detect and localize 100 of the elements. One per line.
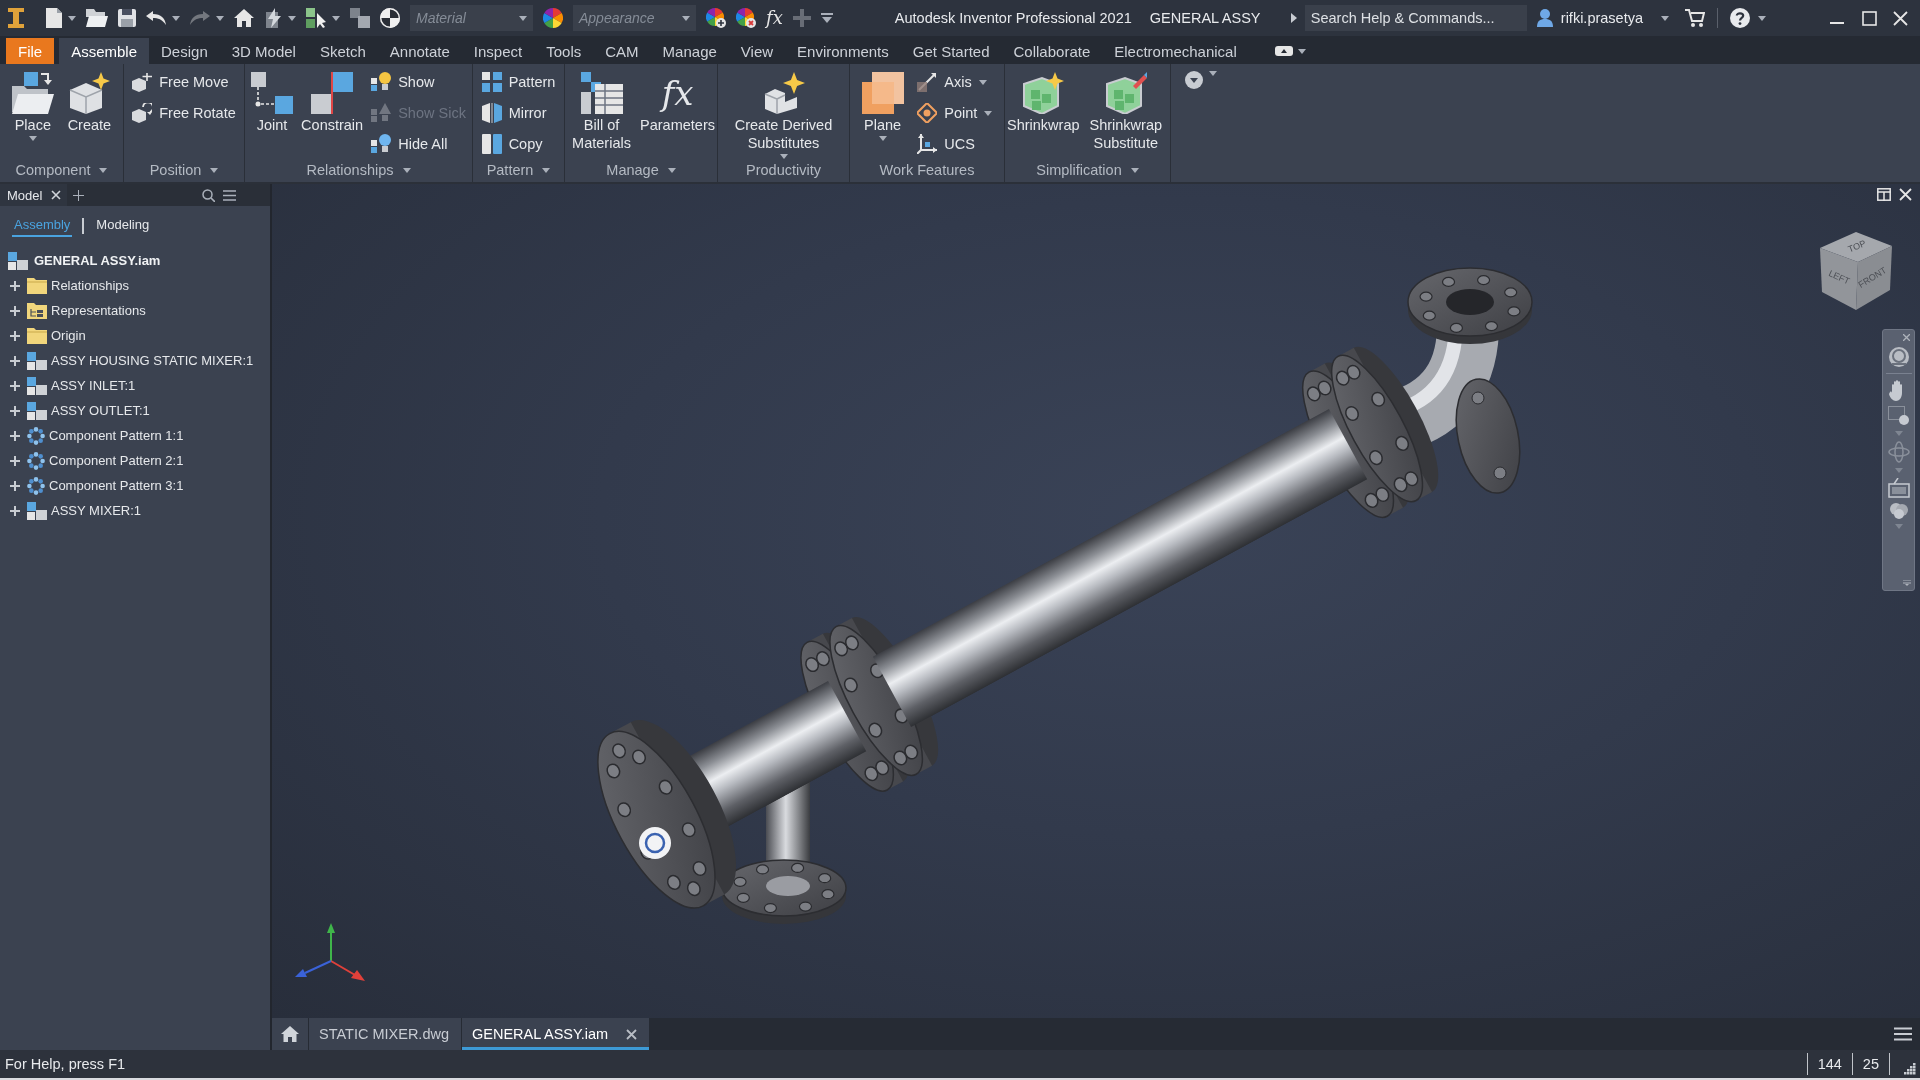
panel-title[interactable]: Simplification (1005, 158, 1170, 182)
ribbon-tab[interactable]: Environments (785, 38, 901, 64)
expand-icon[interactable] (10, 405, 20, 416)
save-icon[interactable] (118, 9, 136, 27)
menu-icon[interactable] (1894, 1027, 1912, 1041)
ribbon-button[interactable]: Joint (249, 68, 296, 134)
close-icon[interactable] (51, 190, 62, 200)
panel-title[interactable]: Position (124, 158, 244, 182)
ribbon-button[interactable]: Create Derived Substitutes (727, 68, 840, 159)
caret-icon[interactable] (216, 15, 224, 21)
ribbon-button[interactable]: Hide All (369, 130, 468, 158)
tree-item[interactable]: GENERAL ASSY.iam (34, 253, 161, 268)
color-wheel-icon[interactable] (543, 8, 563, 28)
tree-item[interactable]: Component Pattern 2:1 (49, 453, 184, 468)
blob-icon[interactable] (1889, 503, 1908, 519)
ribbon-tab[interactable]: Tools (534, 38, 594, 64)
ribbon-button[interactable]: Free Rotate (130, 99, 238, 127)
caret-icon[interactable] (68, 15, 76, 21)
customize-icon[interactable] (820, 13, 833, 23)
function-button[interactable]: fx (766, 8, 783, 28)
ribbon-tab[interactable]: Manage (650, 38, 729, 64)
caret-icon[interactable] (1758, 15, 1766, 21)
window-layout-icon[interactable] (1877, 188, 1891, 201)
open-folder-icon[interactable] (86, 9, 108, 27)
ribbon-button[interactable]: Bill of Materials (565, 68, 639, 152)
menu-icon[interactable] (223, 189, 237, 201)
tree-item[interactable]: Relationships (51, 278, 130, 293)
home-button[interactable] (272, 1018, 308, 1050)
home-icon[interactable] (234, 9, 254, 27)
tree-item[interactable]: Representations (51, 303, 146, 318)
ribbon-button[interactable]: UCS (915, 130, 995, 158)
ribbon-tab[interactable]: Assemble (59, 38, 150, 64)
cart-icon[interactable] (1685, 9, 1705, 27)
expand-icon[interactable] (10, 380, 20, 391)
tree-item[interactable]: ASSY MIXER:1 (51, 503, 142, 518)
ribbon-tab[interactable]: View (728, 38, 786, 64)
caret-icon[interactable] (1661, 15, 1669, 21)
caret-icon[interactable] (172, 15, 180, 21)
expand-icon[interactable] (10, 330, 20, 341)
color-wheel-plus-icon[interactable] (706, 8, 726, 28)
caret-icon[interactable] (1209, 71, 1217, 76)
tree-item[interactable]: Component Pattern 1:1 (49, 428, 184, 443)
caret-icon[interactable] (288, 15, 296, 21)
select-cursor-icon[interactable] (306, 8, 326, 28)
document-tab[interactable]: GENERAL ASSY.iam (462, 1018, 650, 1050)
expand-icon[interactable] (10, 455, 20, 466)
expand-icon[interactable] (10, 355, 20, 366)
ribbon-button[interactable]: Free Move (130, 68, 238, 96)
caret-right-icon[interactable] (1290, 13, 1297, 23)
ribbon-button[interactable]: Constrain (299, 68, 366, 134)
customize-icon[interactable] (1903, 580, 1911, 586)
plus-icon[interactable] (73, 189, 85, 201)
ribbon-tab[interactable]: Annotate (377, 38, 462, 64)
stacked-squares-icon[interactable] (350, 8, 370, 28)
ribbon-tab[interactable]: 3D Model (219, 38, 308, 64)
expand-icon[interactable] (10, 430, 20, 441)
tree-item[interactable]: ASSY HOUSING STATIC MIXER:1 (51, 353, 254, 368)
tree-item[interactable]: Component Pattern 3:1 (49, 478, 184, 493)
ribbon-button[interactable]: Axis (915, 68, 995, 96)
caret-icon[interactable] (332, 15, 340, 21)
panel-toggle-icon[interactable] (1274, 46, 1293, 56)
tree-item[interactable]: ASSY OUTLET:1 (51, 403, 150, 418)
ribbon-button[interactable]: Plane (859, 68, 906, 141)
expand-icon[interactable] (10, 480, 20, 491)
panel-title[interactable]: Manage (565, 158, 717, 182)
panel-title[interactable]: Relationships (245, 158, 472, 182)
search-field[interactable]: Search Help & Commands... (1304, 5, 1527, 31)
expand-icon[interactable] (10, 505, 20, 516)
caret-icon[interactable] (682, 15, 690, 21)
maximize-icon[interactable] (1862, 10, 1877, 26)
panel-title[interactable]: Pattern (473, 158, 564, 182)
search-icon[interactable] (202, 188, 216, 202)
tree-item[interactable]: ASSY INLET:1 (51, 378, 136, 393)
color-wheel-cross-icon[interactable] (736, 8, 756, 28)
caret-icon[interactable] (519, 15, 527, 21)
lightning-icon[interactable] (264, 8, 282, 28)
ribbon-button[interactable]: Point (915, 99, 995, 127)
screen-icon[interactable] (1887, 478, 1910, 498)
close-icon[interactable] (626, 1028, 638, 1040)
ribbon-tab[interactable]: Get Started (900, 38, 1002, 64)
ribbon-tab[interactable]: Inspect (461, 38, 535, 64)
steering-wheel-icon[interactable] (1887, 346, 1910, 368)
checker-ball-icon[interactable] (380, 8, 400, 28)
ribbon-button[interactable]: fx Parameters (638, 68, 717, 134)
circle-caret-icon[interactable] (1185, 71, 1203, 89)
ribbon-button[interactable]: Place (9, 68, 56, 141)
undo-icon[interactable] (146, 11, 166, 25)
ribbon-button[interactable]: Shrinkwrap (1005, 68, 1082, 134)
caret-icon[interactable] (1297, 48, 1306, 54)
panel-title[interactable]: Component (0, 158, 123, 182)
expand-icon[interactable] (10, 305, 20, 316)
help-icon[interactable] (1730, 8, 1750, 28)
ribbon-tab[interactable]: CAM (593, 38, 651, 64)
tree-item[interactable]: Origin (51, 328, 86, 343)
ribbon-button[interactable]: Shrinkwrap Substitute (1081, 68, 1170, 152)
ribbon-button[interactable]: Mirror (479, 99, 558, 127)
new-file-icon[interactable] (46, 8, 62, 28)
browser-subtab[interactable]: Modeling (94, 215, 152, 237)
browser-subtab[interactable]: Assembly (12, 215, 73, 237)
expand-icon[interactable] (10, 280, 20, 291)
